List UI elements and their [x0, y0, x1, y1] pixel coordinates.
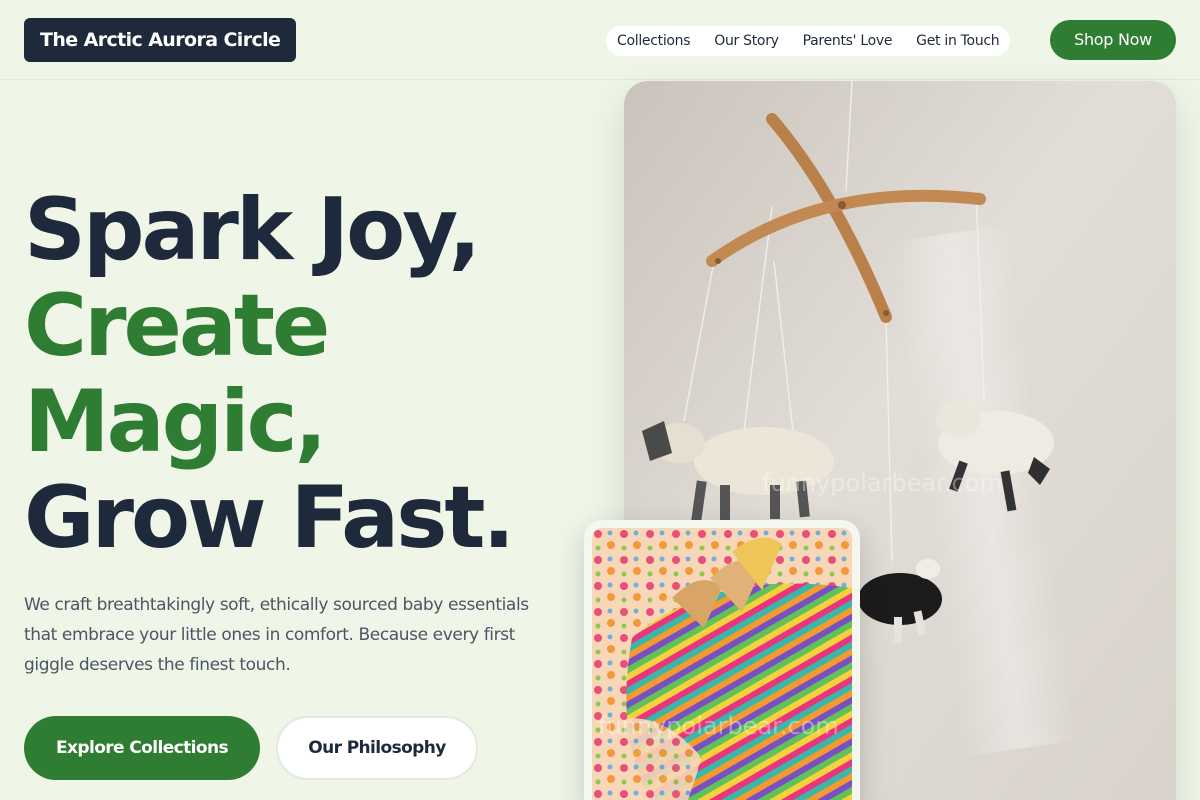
main-nav: Collections Our Story Parents' Love Get … — [606, 26, 1011, 56]
headline-line-1: Spark Joy, — [24, 180, 481, 280]
nav-link-our-story[interactable]: Our Story — [714, 33, 779, 49]
baby-clothes-illustration: funnypolarbear.com — [592, 528, 852, 800]
nav-link-parents-love[interactable]: Parents' Love — [803, 33, 893, 49]
shop-now-button[interactable]: Shop Now — [1050, 20, 1176, 60]
secondary-image-baby-clothes: funnypolarbear.com — [592, 528, 852, 800]
hero-description: We craft breathtakingly soft, ethically … — [24, 595, 529, 675]
nav-link-get-in-touch[interactable]: Get in Touch — [916, 33, 1000, 49]
site-header: The Arctic Aurora Circle Collections Our… — [0, 0, 1200, 80]
our-philosophy-button[interactable]: Our Philosophy — [276, 716, 478, 780]
image-watermark-secondary: funnypolarbear.com — [598, 712, 839, 740]
headline-line-2: Create — [24, 276, 330, 376]
hero-headline: Spark Joy, Create Magic, Grow Fast. — [24, 182, 584, 566]
explore-collections-button[interactable]: Explore Collections — [24, 716, 260, 780]
nav-link-collections[interactable]: Collections — [617, 33, 691, 49]
headline-line-3: Magic, — [24, 372, 327, 472]
brand-logo[interactable]: The Arctic Aurora Circle — [24, 18, 297, 62]
secondary-image-frame: funnypolarbear.com — [584, 520, 860, 800]
headline-line-4: Grow Fast. — [24, 468, 515, 568]
image-watermark-main: funnypolarbear.com — [762, 469, 1003, 497]
